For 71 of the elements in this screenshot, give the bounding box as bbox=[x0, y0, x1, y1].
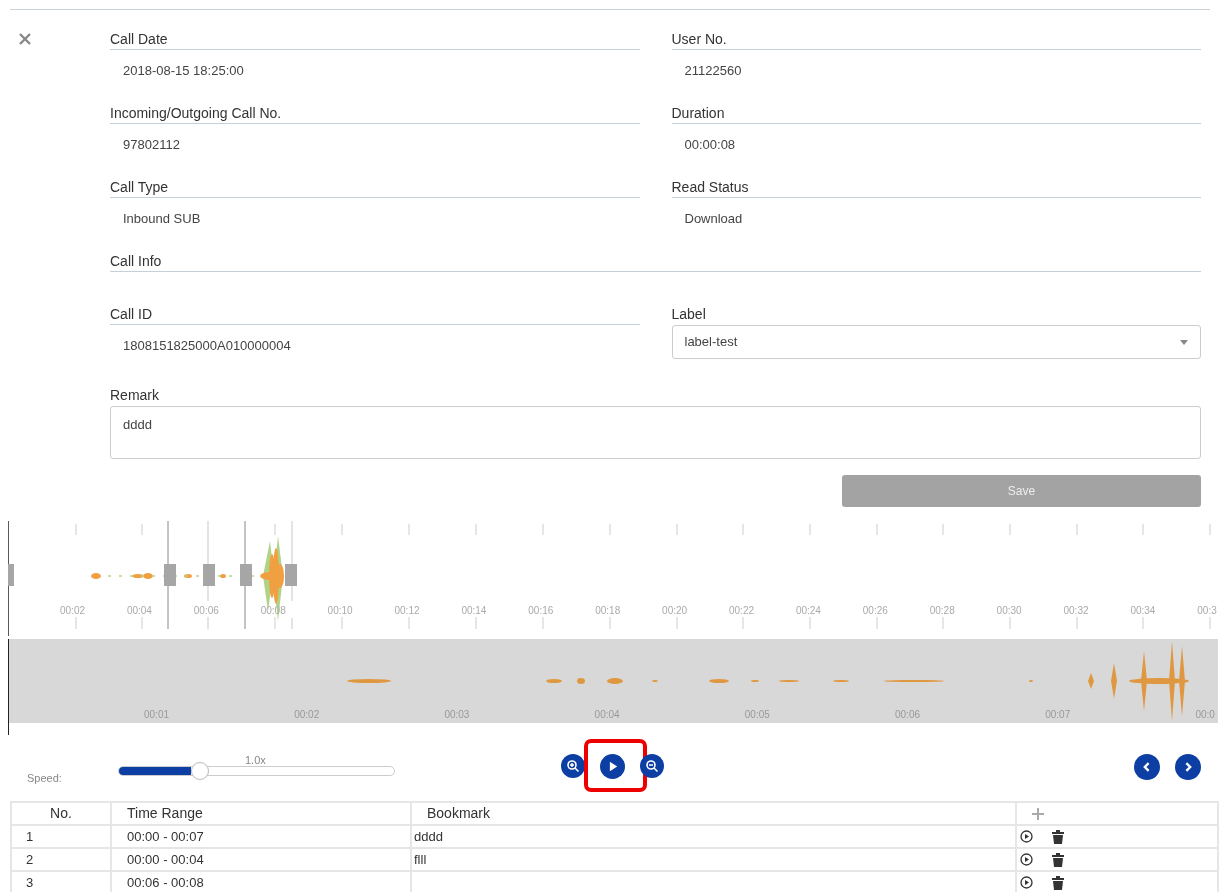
close-icon[interactable] bbox=[18, 32, 32, 46]
table-cell: flll bbox=[411, 848, 1016, 871]
overview-label: 00:07 bbox=[1045, 709, 1071, 721]
field-value: 1808151825000A010000004 bbox=[122, 337, 292, 355]
table-cell: 1 bbox=[11, 825, 111, 848]
overview-label: 00:06 bbox=[895, 709, 921, 721]
column-header: Time Range bbox=[111, 802, 411, 825]
timeline-label: 00:12 bbox=[394, 605, 420, 617]
timeline-label: 00:18 bbox=[595, 605, 621, 617]
table-cell: 00:00 - 00:07 bbox=[111, 825, 411, 848]
field-label: Duration bbox=[671, 104, 1201, 124]
caret-icon bbox=[1180, 339, 1188, 345]
speed-reading: 1.0x bbox=[245, 753, 266, 768]
field-label: Call Date bbox=[110, 30, 640, 50]
field-label: Call ID bbox=[110, 305, 640, 325]
trash-icon[interactable] bbox=[1052, 852, 1064, 867]
speed-label: Speed: bbox=[27, 771, 62, 786]
timeline-label: 00:22 bbox=[729, 605, 755, 617]
field-value: 00:00:08 bbox=[683, 136, 737, 154]
field-value: 21122560 bbox=[683, 62, 743, 80]
play-icon[interactable] bbox=[1020, 853, 1033, 866]
timeline-label: 00:02 bbox=[60, 605, 86, 617]
speed-slider[interactable] bbox=[118, 766, 395, 776]
column-header: No. bbox=[11, 802, 111, 825]
overview-label: 00:01 bbox=[144, 709, 170, 721]
field-label: Remark bbox=[110, 386, 160, 404]
slider-thumb[interactable] bbox=[190, 762, 209, 780]
overview-label: 00:05 bbox=[744, 709, 770, 721]
timeline-label: 00:32 bbox=[1063, 605, 1089, 617]
timeline-label: 00:3 bbox=[1197, 605, 1217, 617]
section-label: Call Info bbox=[110, 252, 1201, 272]
timeline-label: 00:26 bbox=[862, 605, 888, 617]
field-label: Incoming/Outgoing Call No. bbox=[110, 104, 640, 124]
overview-label: 00:03 bbox=[444, 709, 470, 721]
overview-label: 00:04 bbox=[594, 709, 620, 721]
field-label: Call Type bbox=[110, 178, 640, 198]
field-value: Inbound SUB bbox=[122, 210, 202, 228]
column-header: Bookmark bbox=[411, 802, 1016, 825]
zoom-in-icon[interactable] bbox=[561, 754, 585, 778]
play-icon[interactable] bbox=[1020, 830, 1033, 843]
field-label: Read Status bbox=[671, 178, 1201, 198]
previous-icon[interactable] bbox=[1134, 754, 1160, 780]
timeline-label: 00:24 bbox=[795, 605, 821, 617]
table-cell: dddd bbox=[411, 825, 1016, 848]
overview-label: 00:0 bbox=[1195, 709, 1215, 721]
next-icon[interactable] bbox=[1175, 754, 1201, 780]
timeline-label: 00:04 bbox=[126, 605, 152, 617]
timeline-label: 00:06 bbox=[193, 605, 219, 617]
remark-field[interactable]: dddd bbox=[110, 406, 1201, 459]
trash-icon[interactable] bbox=[1052, 829, 1064, 844]
play-icon[interactable] bbox=[1020, 876, 1033, 889]
table-cell: 3 bbox=[11, 871, 111, 892]
field-value: 97802112 bbox=[122, 136, 181, 154]
overview-label: 00:02 bbox=[294, 709, 320, 721]
timeline-label: 00:28 bbox=[929, 605, 955, 617]
timeline-label: 00:30 bbox=[996, 605, 1022, 617]
timeline-label: 00:16 bbox=[528, 605, 554, 617]
timeline-label: 00:34 bbox=[1130, 605, 1156, 617]
field-label: User No. bbox=[671, 30, 1201, 50]
timeline-label: 00:20 bbox=[662, 605, 688, 617]
timeline-label: 00:14 bbox=[461, 605, 487, 617]
trash-icon[interactable] bbox=[1052, 875, 1064, 890]
table-cell: 00:00 - 00:04 bbox=[111, 848, 411, 871]
label-select[interactable]: label-test bbox=[671, 325, 1201, 359]
zoom-out-icon[interactable] bbox=[640, 754, 664, 778]
table-cell: 2 bbox=[11, 848, 111, 871]
field-value: 2018-08-15 18:25:00 bbox=[122, 62, 245, 80]
timeline-label: 00:10 bbox=[327, 605, 353, 617]
field-label: Label bbox=[671, 305, 707, 324]
field-value: Download bbox=[683, 210, 744, 228]
play-icon[interactable] bbox=[600, 754, 625, 779]
